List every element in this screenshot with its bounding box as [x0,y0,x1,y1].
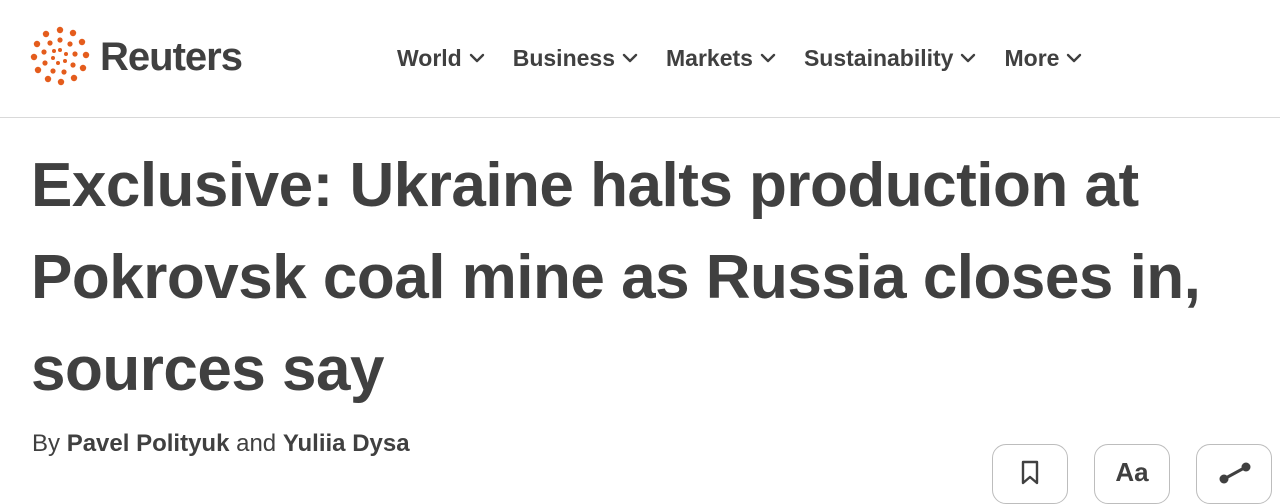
author-link[interactable]: Yuliia Dysa [283,430,410,457]
chevron-down-icon [760,53,776,63]
nav-item-label: Business [512,44,615,71]
nav-item-markets[interactable]: Markets [666,45,777,72]
bookmark-button[interactable] [992,444,1068,504]
share-icon [1219,462,1251,484]
nav-item-label: World [397,44,462,71]
author-link[interactable]: Pavel Polityuk [67,430,230,457]
text-size-icon: Aa [1115,457,1149,487]
reuters-logo[interactable]: Reuters [28,24,243,90]
nav-item-label: Sustainability [803,44,954,71]
reuters-dots-icon [30,26,90,86]
bookmark-icon [1021,460,1039,485]
nav-item-label: More [1004,44,1060,71]
main-nav: World Business Markets Sustainability Mo… [397,38,1110,78]
chevron-down-icon [622,53,638,63]
nav-item-label: Markets [666,44,753,71]
text-size-button[interactable]: Aa [1094,444,1170,504]
nav-item-business[interactable]: Business [513,45,639,72]
chevron-down-icon [1067,53,1082,63]
nav-item-sustainability[interactable]: Sustainability [804,45,978,72]
site-header: Reuters World Business Markets Sustainab… [0,0,1280,118]
nav-item-more[interactable]: More [1004,45,1083,72]
brand-name: Reuters [100,34,243,79]
chevron-down-icon [961,53,976,63]
chevron-down-icon [469,53,484,63]
share-button[interactable] [1196,444,1272,504]
byline-prefix: By [32,430,61,457]
article-headline: Exclusive: Ukraine halts production at P… [31,151,1201,404]
nav-item-world[interactable]: World [397,45,486,72]
article-byline: By Pavel Polityuk and Yuliia Dysa [32,430,410,458]
byline-joiner: and [236,430,277,457]
